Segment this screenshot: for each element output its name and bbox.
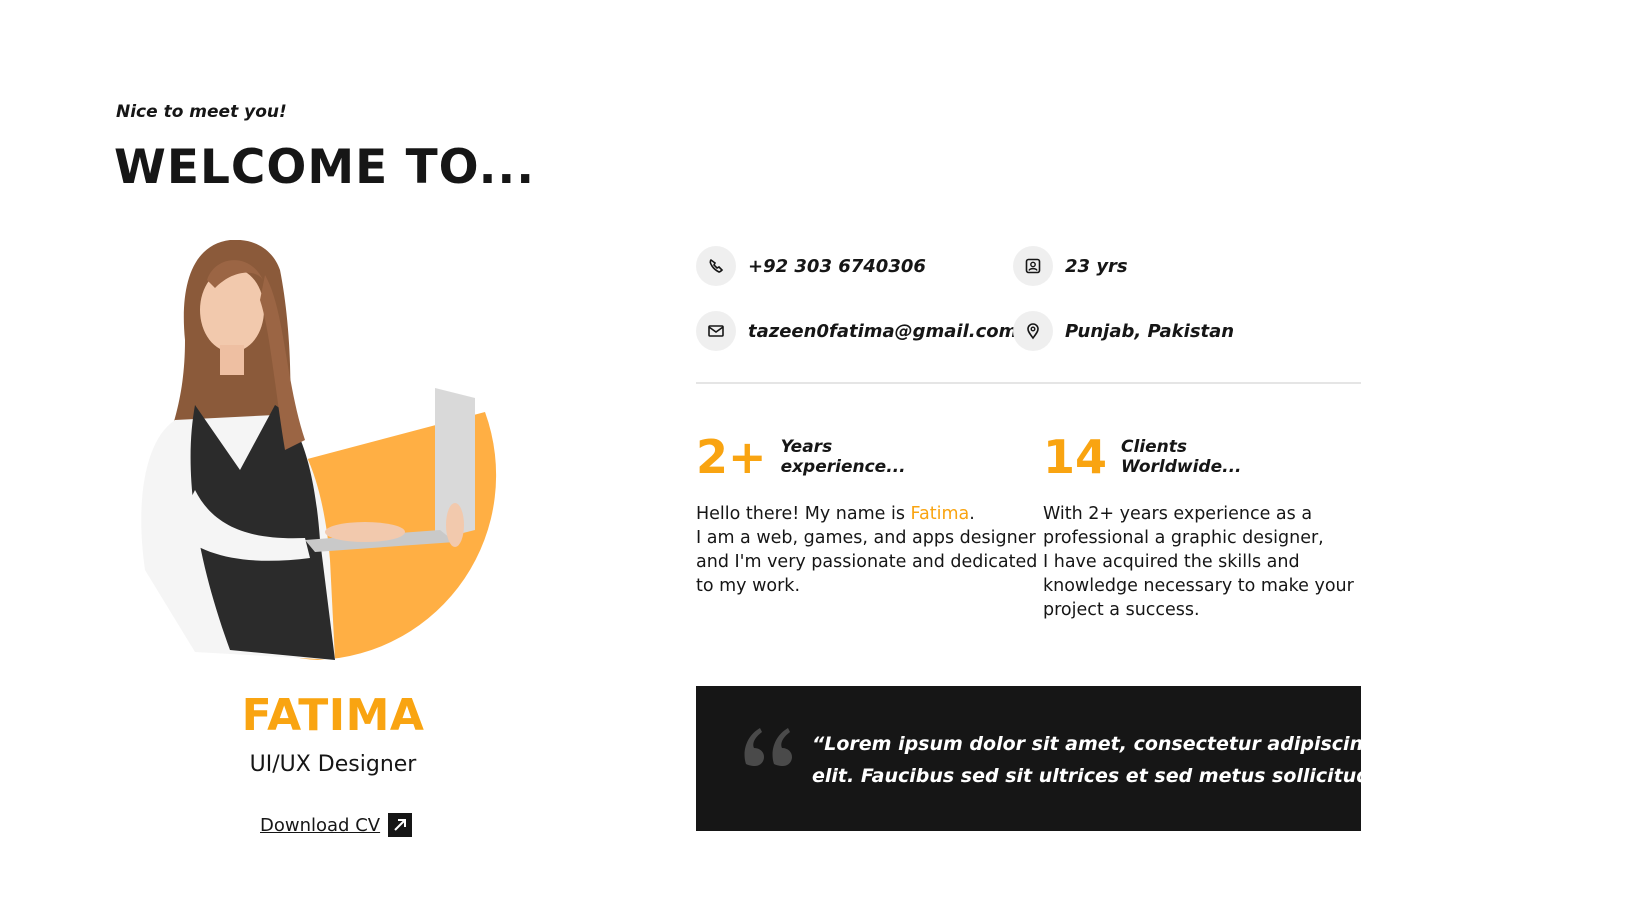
experience-line: With 2+ years experience as a <box>1043 504 1313 524</box>
stat-label-line1: Clients <box>1121 436 1188 457</box>
profile-photo <box>141 240 497 660</box>
quote-icon <box>744 728 792 766</box>
about-line: and I'm very passionate and dedicated <box>696 552 1038 572</box>
arrow-up-right-icon <box>388 813 413 837</box>
divider <box>696 382 1361 384</box>
quote-box: “Lorem ipsum dolor sit amet, consectetur… <box>696 686 1409 831</box>
quote-line: elit. Faucibus sed sit ultrices et sed m… <box>812 765 1410 787</box>
about-intro: Hello there! My name is <box>696 504 911 524</box>
phone-number: +92 303 6740306 <box>748 255 926 277</box>
mail-icon <box>696 311 736 351</box>
experience-line: professional a graphic designer, <box>1043 528 1324 548</box>
age-value: 23 yrs <box>1065 255 1128 277</box>
quote-line: “Lorem ipsum dolor sit amet, consectetur… <box>812 733 1377 755</box>
about-line: to my work. <box>696 576 801 596</box>
quote-text: “Lorem ipsum dolor sit amet, consectetur… <box>812 728 1409 792</box>
download-cv-button[interactable]: Download CV <box>260 813 413 837</box>
age-row: 23 yrs <box>1013 246 1128 286</box>
id-badge-icon <box>1013 246 1053 286</box>
experience-line: project a success. <box>1043 600 1200 620</box>
email-address[interactable]: tazeen0fatima@gmail.com <box>748 321 1017 342</box>
stat-clients: 14 Clients Worldwide... <box>1043 434 1242 480</box>
experience-paragraph: With 2+ years experience as a profession… <box>1043 502 1354 622</box>
about-intro-end: . <box>969 504 975 524</box>
stat-number: 14 <box>1043 430 1108 484</box>
location-value: Punjab, Pakistan <box>1065 320 1235 342</box>
about-line: I am a web, games, and apps designer <box>696 528 1036 548</box>
stat-label-line1: Years <box>780 436 833 457</box>
stat-number: 2+ <box>696 430 767 484</box>
tagline: Nice to meet you! <box>116 102 287 122</box>
phone-row: +92 303 6740306 <box>696 246 926 286</box>
about-paragraph: Hello there! My name is Fatima. I am a w… <box>696 502 1037 598</box>
phone-icon <box>696 246 736 286</box>
experience-line: I have acquired the skills and <box>1043 552 1300 572</box>
experience-line: knowledge necessary to make your <box>1043 576 1354 596</box>
email-row: tazeen0fatima@gmail.com <box>696 311 1017 351</box>
stat-label-line2: experience... <box>780 457 906 477</box>
profile-name: FATIMA <box>241 690 425 741</box>
profile-role: UI/UX Designer <box>249 752 417 777</box>
stat-label-line2: Worldwide... <box>1121 457 1242 477</box>
page-title: WELCOME TO... <box>114 140 536 195</box>
location-row: Punjab, Pakistan <box>1013 311 1234 351</box>
highlight-name: Fatima <box>910 504 970 524</box>
map-pin-icon <box>1013 311 1053 351</box>
download-cv-label: Download CV <box>260 814 381 836</box>
stat-experience: 2+ Years experience... <box>696 434 906 480</box>
